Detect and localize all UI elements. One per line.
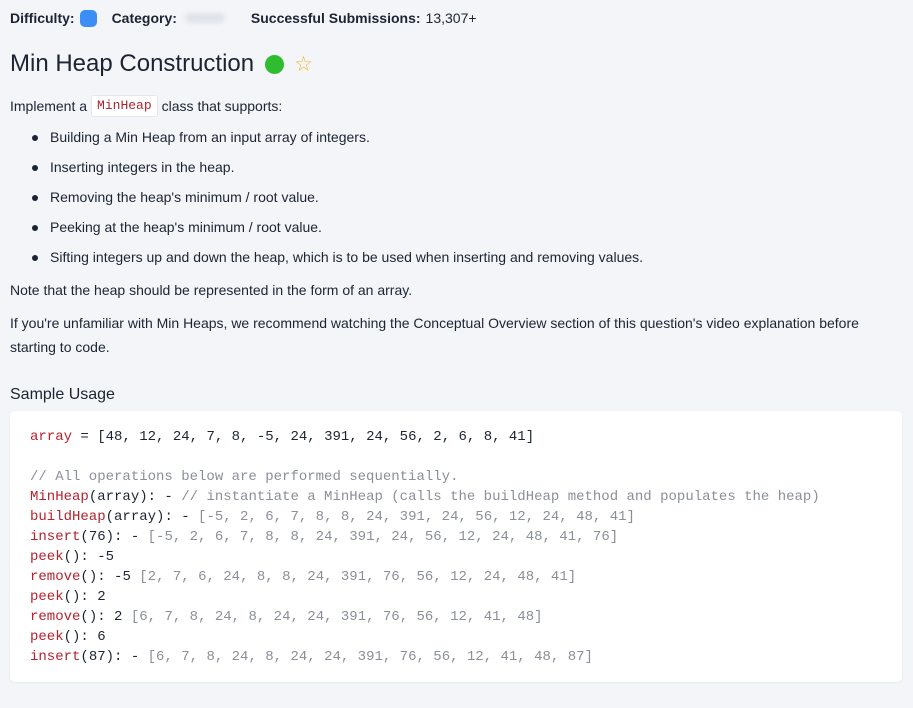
code-comment: // All operations below are performed se… xyxy=(30,469,459,485)
submissions-count: 13,307+ xyxy=(425,10,477,26)
code-op-line: remove(): -5 [2, 7, 6, 24, 8, 8, 24, 391… xyxy=(30,567,882,587)
code-op-line: remove(): 2 [6, 7, 8, 24, 8, 24, 24, 391… xyxy=(30,607,882,627)
list-item: Building a Min Heap from an input array … xyxy=(32,124,643,154)
code-op-line: insert(87): - [6, 7, 8, 24, 8, 24, 24, 3… xyxy=(30,647,882,667)
list-item-text: Peeking at the heap's minimum / root val… xyxy=(50,219,322,235)
code-args: () xyxy=(63,549,81,565)
code-args: () xyxy=(63,589,81,605)
code-sep: : - xyxy=(114,649,148,665)
code-call: remove xyxy=(30,569,81,585)
bullet-icon xyxy=(32,195,38,201)
category-label: Category: xyxy=(111,10,177,26)
code-sep: : xyxy=(80,629,98,645)
list-item: Sifting integers up and down the heap, w… xyxy=(32,244,644,274)
code-sep: : - xyxy=(164,509,199,525)
bullet-icon xyxy=(32,225,38,231)
code-call: insert xyxy=(30,649,81,665)
code-call: buildHeap xyxy=(30,509,106,525)
note-text: Note that the heap should be represented… xyxy=(10,282,413,298)
code-state: [-5, 2, 6, 7, 8, 8, 24, 391, 24, 56, 12,… xyxy=(147,529,619,545)
code-sep: : xyxy=(80,549,98,565)
code-op-line: insert(76): - [-5, 2, 6, 7, 8, 8, 24, 39… xyxy=(30,527,882,547)
code-op-line: buildHeap(array): - [-5, 2, 6, 7, 8, 8, … xyxy=(30,507,882,527)
code-operator: = xyxy=(72,429,98,445)
code-state: [6, 7, 8, 24, 8, 24, 24, 391, 76, 56, 12… xyxy=(130,609,543,625)
code-state: [6, 7, 8, 24, 8, 24, 24, 391, 76, 56, 12… xyxy=(147,649,593,665)
code-args: () xyxy=(80,609,98,625)
category-value-hidden xyxy=(184,13,225,23)
code-args: (array) xyxy=(105,509,165,525)
solved-status-icon xyxy=(265,54,285,74)
inline-code-minheap: MinHeap xyxy=(91,95,158,117)
difficulty-badge-icon xyxy=(79,9,97,27)
code-args: () xyxy=(63,629,81,645)
intro-sentence: Implement a MinHeap class that supports: xyxy=(10,95,282,117)
code-result: -5 xyxy=(114,569,140,585)
code-sep: : xyxy=(80,589,98,605)
list-item: Peeking at the heap's minimum / root val… xyxy=(32,214,643,244)
code-sep: : xyxy=(97,569,115,585)
intro-prefix: Implement a xyxy=(10,98,88,114)
bullet-icon xyxy=(32,135,38,141)
code-op-line: peek(): 2 xyxy=(30,587,882,607)
list-item: Removing the heap's minimum / root value… xyxy=(32,184,643,214)
requirements-list: Building a Min Heap from an input array … xyxy=(10,124,643,274)
code-op-line: peek(): -5 xyxy=(30,547,882,567)
page-title: Min Heap Construction xyxy=(10,50,255,77)
code-op-line: MinHeap(array): - // instantiate a MinHe… xyxy=(30,487,882,507)
code-var: array xyxy=(30,429,73,445)
code-sep: : - xyxy=(147,489,182,505)
code-call: peek xyxy=(30,629,64,645)
code-line-array: array = [48, 12, 24, 7, 8, -5, 24, 391, … xyxy=(30,427,882,447)
code-args: (76) xyxy=(80,529,115,545)
bullet-icon xyxy=(32,165,38,171)
submissions-label: Successful Submissions: xyxy=(250,10,421,26)
code-state: [2, 7, 6, 24, 8, 8, 24, 391, 76, 56, 12,… xyxy=(139,569,577,585)
list-item: Inserting integers in the heap. xyxy=(32,154,643,184)
code-call: remove xyxy=(30,609,81,625)
list-item-text: Removing the heap's minimum / root value… xyxy=(50,189,319,205)
code-op-line: peek(): 6 xyxy=(30,627,882,647)
title-row: Min Heap Construction ☆ xyxy=(10,46,313,82)
code-call: peek xyxy=(30,589,64,605)
list-item-text: Building a Min Heap from an input array … xyxy=(50,129,370,145)
code-array-value: [48, 12, 24, 7, 8, -5, 24, 391, 24, 56, … xyxy=(97,429,535,445)
code-args: (array) xyxy=(88,489,148,505)
code-call: insert xyxy=(30,529,81,545)
list-item-text: Inserting integers in the heap. xyxy=(50,159,235,175)
code-args: (87) xyxy=(80,649,115,665)
video-paragraph: If you're unfamiliar with Min Heaps, we … xyxy=(10,315,859,355)
list-item-text: Sifting integers up and down the heap, w… xyxy=(50,249,644,265)
code-state: [-5, 2, 6, 7, 8, 8, 24, 391, 24, 56, 12,… xyxy=(198,509,635,525)
code-sep: : - xyxy=(114,529,148,545)
code-sep: : xyxy=(97,609,115,625)
code-args: () xyxy=(80,569,98,585)
intro-suffix: class that supports: xyxy=(161,98,283,114)
question-page: Difficulty: Category: Successful Submiss… xyxy=(0,0,913,708)
code-result: 6 xyxy=(97,629,106,645)
sample-usage-heading: Sample Usage xyxy=(10,386,115,403)
code-result: 2 xyxy=(114,609,131,625)
code-call: peek xyxy=(30,549,64,565)
difficulty-label: Difficulty: xyxy=(10,10,75,26)
bullet-icon xyxy=(32,255,38,261)
code-result: -5 xyxy=(97,549,115,565)
sample-code-block[interactable]: array = [48, 12, 24, 7, 8, -5, 24, 391, … xyxy=(10,411,902,682)
code-result: 2 xyxy=(97,589,106,605)
star-outline-icon[interactable]: ☆ xyxy=(294,53,313,75)
code-state: // instantiate a MinHeap (calls the buil… xyxy=(181,489,820,505)
code-call: MinHeap xyxy=(30,489,89,505)
question-meta-bar: Difficulty: Category: Successful Submiss… xyxy=(10,7,477,29)
